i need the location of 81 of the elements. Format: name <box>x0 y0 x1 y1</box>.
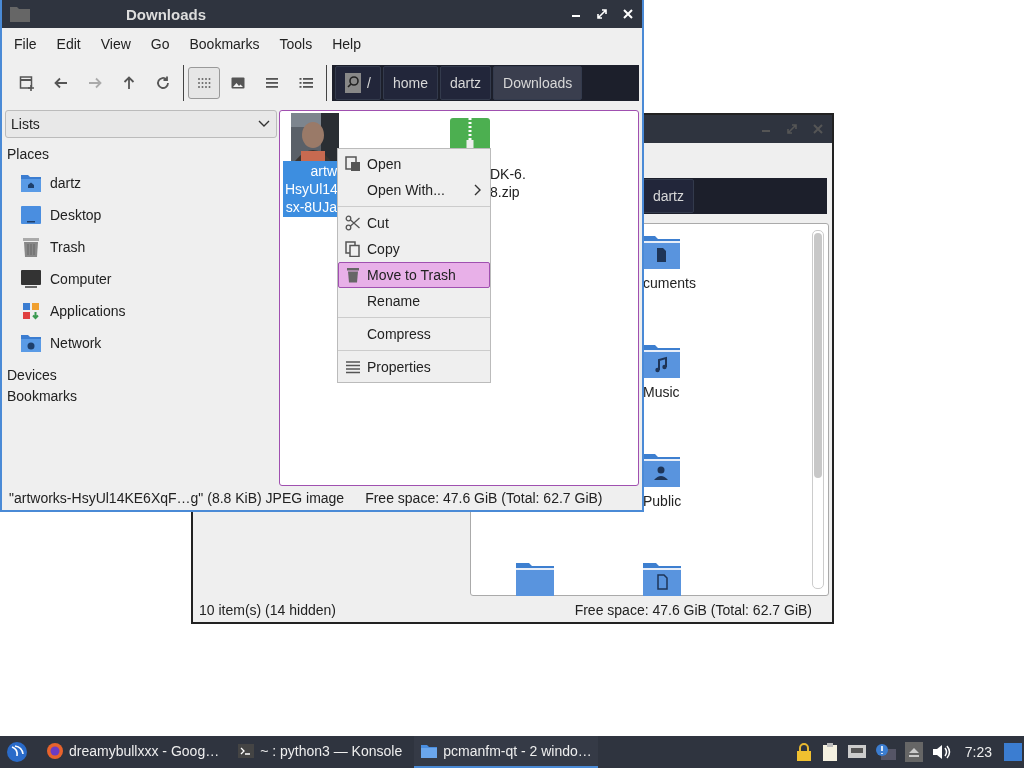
trash-icon <box>345 267 361 283</box>
chevron-down-icon <box>258 120 270 128</box>
volume-icon[interactable] <box>930 743 951 761</box>
monitor-icon <box>20 268 42 290</box>
file-label[interactable]: DK-6. 8.zip <box>490 165 526 201</box>
apps-grid-icon <box>20 300 42 322</box>
reload-icon <box>155 75 171 91</box>
new-tab-icon <box>19 75 35 91</box>
place-item[interactable]: Applications <box>2 295 126 327</box>
section-header[interactable]: Devices <box>2 359 57 382</box>
menu-item[interactable]: Move to Trash <box>338 262 490 288</box>
list-icon <box>345 359 361 375</box>
window-title: Downloads <box>126 5 206 23</box>
file-label[interactable]: Public <box>643 493 682 509</box>
taskbar-button[interactable]: dreamybullxxx - Goog… <box>40 736 226 768</box>
path-button[interactable]: dartz <box>439 66 492 100</box>
path-button[interactable]: Downloads <box>493 66 583 100</box>
menu-item[interactable]: Edit <box>46 36 91 52</box>
place-item[interactable]: Desktop <box>2 199 102 231</box>
menu-item[interactable]: Compress <box>338 321 490 347</box>
path-button[interactable]: home <box>382 66 438 100</box>
file-label[interactable]: cuments <box>643 275 696 291</box>
desktop-icon <box>20 204 42 226</box>
terminal-icon <box>237 742 256 760</box>
menu-item[interactable]: Copy <box>338 236 490 262</box>
grid-icon <box>196 75 212 91</box>
scrollbar[interactable] <box>812 230 824 589</box>
trash-icon <box>20 236 42 258</box>
menu-item[interactable]: Help <box>322 36 371 52</box>
menu-item[interactable]: Rename <box>338 288 490 314</box>
image-icon <box>230 75 246 91</box>
place-item[interactable]: Computer <box>2 263 112 295</box>
free-space-text: Free space: 47.6 GiB (Total: 62.7 GiB) <box>574 602 812 618</box>
place-item[interactable]: dartz <box>2 167 82 199</box>
place-item[interactable]: Network <box>2 327 102 359</box>
status-text: "artworks-HsyUl14KE6XqF…g" (8.8 KiB) JPEG image <box>9 490 345 506</box>
menu-item[interactable]: Cut <box>338 210 490 236</box>
network-icon[interactable] <box>846 743 867 761</box>
clock[interactable]: 7:23 <box>964 744 992 760</box>
menu-item[interactable]: Properties <box>338 354 490 380</box>
folder-icon <box>10 6 30 22</box>
open-icon <box>345 156 361 172</box>
folder-icon <box>420 742 439 760</box>
menu-item[interactable]: View <box>90 36 141 52</box>
arrow-right-icon <box>87 75 103 91</box>
clipboard-icon[interactable] <box>820 742 839 762</box>
free-space-text: Free space: 47.6 GiB (Total: 62.7 GiB) <box>365 490 603 506</box>
document-folder-icon <box>641 561 682 597</box>
menu-item[interactable]: Open <box>338 151 490 177</box>
side-pane-dropdown[interactable]: Lists <box>5 110 277 138</box>
eject-icon[interactable] <box>904 742 923 762</box>
arrow-up-icon <box>121 75 137 91</box>
path-button[interactable]: / <box>335 66 381 100</box>
taskbar-button[interactable]: pcmanfm-qt - 2 windo… <box>414 736 598 768</box>
file-label[interactable]: Music <box>643 384 680 400</box>
lines-icon <box>264 75 280 91</box>
lock-icon[interactable] <box>794 742 813 762</box>
start-menu-icon[interactable] <box>6 741 28 763</box>
menu-item[interactable]: File <box>4 36 47 52</box>
menu-item[interactable]: Open With... <box>338 177 490 203</box>
notification-icon[interactable] <box>874 743 897 761</box>
copy-icon <box>345 241 361 257</box>
network-folder-icon <box>20 332 42 354</box>
section-header[interactable]: Bookmarks <box>2 388 78 403</box>
taskbar-button[interactable]: ~ : python3 — Konsole <box>231 736 409 768</box>
search-icon <box>345 73 361 93</box>
folder-icon <box>514 561 555 597</box>
path-button[interactable]: dartz <box>642 179 694 213</box>
place-item[interactable]: Trash <box>2 231 86 263</box>
list-icon <box>298 75 314 91</box>
section-header[interactable]: Places <box>2 138 50 161</box>
icon-view-button[interactable] <box>188 67 220 99</box>
menu-item[interactable]: Bookmarks <box>179 36 270 52</box>
menu-item[interactable]: Go <box>140 36 180 52</box>
home-folder-icon <box>20 172 42 194</box>
status-text: 10 item(s) (14 hidden) <box>199 602 336 618</box>
browser-icon <box>46 742 64 760</box>
menu-item[interactable]: Tools <box>269 36 323 52</box>
scissors-icon <box>345 215 361 231</box>
arrow-left-icon <box>53 75 69 91</box>
chevron-right-icon <box>473 184 481 196</box>
